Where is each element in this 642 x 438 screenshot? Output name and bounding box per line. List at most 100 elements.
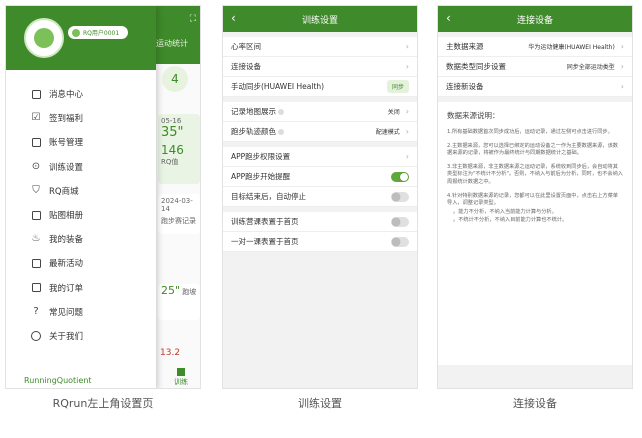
background-app: ⛶ 运动统计 4 05-16 35" 146 RQ值 2024-03-14 跑步… [156, 6, 200, 388]
card-text-3: 跑坡 [182, 288, 197, 296]
drawer-screen: ⛶ 运动统计 4 05-16 35" 146 RQ值 2024-03-14 跑步… [5, 5, 201, 389]
top-bar: ‹ 连接设备 [438, 6, 632, 32]
explain-paragraph: 。能力不分析，不纳入当前能力计算与分析。 [453, 208, 557, 215]
gear-equipment-icon: ♨ [31, 233, 41, 245]
menu-item-account[interactable]: 账号管理 [6, 130, 156, 154]
back-chevron-icon[interactable]: ‹ [231, 11, 236, 25]
chevron-right-icon: › [620, 42, 624, 51]
menu-item-checkin[interactable]: ☑ 签到福利 [6, 106, 156, 130]
chevron-right-icon: › [620, 62, 624, 71]
background-tab[interactable]: 运动统计 [156, 38, 188, 49]
row-label: 连接设备 [231, 62, 261, 71]
username-pill[interactable]: RQ用户0001 [68, 26, 128, 39]
row-label: 一对一课表置于首页 [231, 237, 299, 246]
row-label: 记录地图展示 [231, 107, 276, 116]
settings-icon: ⊙ [31, 160, 41, 172]
row-map-display[interactable]: 记录地图展示 关闭 › [223, 102, 417, 122]
row-app-permission[interactable]: APP跑步权限设置 › [223, 147, 417, 167]
menu-item-training-settings[interactable]: ⊙ 训练设置 [6, 155, 156, 179]
menu-item-orders[interactable]: 我的订单 [6, 276, 156, 300]
row-camp-schedule: 训练营课表置于首页 [223, 212, 417, 232]
top-bar: ‹ 训练设置 [223, 6, 417, 32]
background-card-2[interactable]: 2024-03-14 跑步赛记录 [158, 194, 200, 234]
menu-label: 我的订单 [49, 283, 84, 294]
menu-item-faq[interactable]: ? 常见问题 [6, 300, 156, 324]
scan-icon[interactable]: ⛶ [190, 14, 196, 24]
chevron-right-icon: › [405, 62, 409, 71]
data-source-explanation: 数据来源说明： 1.所有基础数据首次同步成功后，运动记录，通过左侧可点击进行同步… [438, 102, 632, 365]
menu-label: 关于我们 [49, 331, 84, 342]
menu-item-equipment[interactable]: ♨ 我的装备 [6, 227, 156, 251]
card-value-4: 13.2 [160, 348, 181, 358]
row-sync-type[interactable]: 数据类型同步设置 同步全部运动类型 › [438, 57, 632, 77]
explain-paragraph: 3.非主数据来源，非主数据来源之运动记录，系统收到同步后，会自动将其类型标注为"… [447, 163, 623, 185]
row-label: APP跑步权限设置 [231, 152, 291, 161]
background-card-3[interactable]: 25" 跑坡 [158, 284, 200, 320]
row-label: 手动同步(HUAWEI Health) [231, 82, 325, 91]
row-start-reminder: APP跑步开始提醒 [223, 167, 417, 187]
card-date: 05-16 [161, 117, 182, 125]
caption-drawer: RQrun左上角设置页 [52, 397, 154, 410]
nav-train-label: 训练 [174, 378, 188, 386]
explain-paragraph: 。不统计不分析，不纳入目前能力计算也不统计。 [453, 217, 568, 224]
chevron-right-icon: › [620, 82, 624, 91]
row-one-on-one-schedule: 一对一课表置于首页 [223, 232, 417, 252]
menu-label: 贴图相册 [49, 211, 84, 222]
level-badge: 4 [162, 66, 188, 92]
auto-stop-toggle[interactable] [391, 191, 409, 202]
avatar[interactable] [24, 18, 64, 58]
menu-item-album[interactable]: 贴图相册 [6, 203, 156, 227]
drawer-header: RQ用户0001 [6, 6, 156, 70]
row-manual-sync: 手动同步(HUAWEI Health) 同步 [223, 77, 417, 97]
row-connect-device[interactable]: 连接设备 › [223, 57, 417, 77]
one-on-one-toggle[interactable] [391, 236, 409, 247]
menu-label: 账号管理 [49, 138, 84, 149]
card-text-2: 跑步赛记录 [161, 217, 196, 225]
row-label: 主数据来源 [446, 42, 484, 51]
drawer-menu: 消息中心 ☑ 签到福利 账号管理 ⊙ 训练设置 ⛉ RQ商城 贴图相册 ♨ 我的装备 最… [6, 70, 156, 348]
row-label: 训练营课表置于首页 [231, 217, 299, 226]
row-label: 心率区间 [231, 42, 261, 51]
caption-training-settings: 训练设置 [298, 397, 342, 410]
menu-item-messages[interactable]: 消息中心 [6, 82, 156, 106]
background-card[interactable]: 05-16 35" 146 RQ值 [158, 114, 200, 184]
chevron-right-icon: › [405, 127, 409, 136]
menu-label: 签到福利 [49, 114, 84, 125]
row-value: 华为运动健康(HUAWEI Health) [528, 44, 615, 51]
row-new-device[interactable]: 连接新设备 › [438, 77, 632, 97]
camp-schedule-toggle[interactable] [391, 216, 409, 227]
row-value: 配速模式 [375, 129, 400, 136]
faq-icon: ? [33, 305, 39, 317]
page-title: 训练设置 [301, 15, 338, 26]
sync-button[interactable]: 同步 [386, 80, 409, 93]
page-title: 连接设备 [516, 15, 553, 26]
card-value-3: 25" [161, 284, 181, 297]
gift-icon [30, 257, 42, 269]
help-icon[interactable] [278, 108, 284, 115]
background-header: ⛶ 运动统计 [156, 6, 200, 64]
row-heart-rate-zone[interactable]: 心率区间 › [223, 37, 417, 57]
help-icon[interactable] [278, 128, 284, 135]
training-settings-screen: ‹ 训练设置 心率区间 › 连接设备 › 手动同步(HUAWEI Health) 同步… [222, 5, 418, 389]
menu-label: RQ商城 [49, 186, 79, 197]
connect-device-screen: ‹ 连接设备 主数据来源 华为运动健康(HUAWEI Health) › 数据类型同… [437, 5, 633, 389]
menu-item-events[interactable]: 最新活动 [6, 251, 156, 275]
card-unit: RQ值 [161, 158, 179, 166]
explain-paragraph: 1.所有基础数据首次同步成功后，运动记录，通过左侧可点击进行同步。 [447, 129, 613, 135]
row-label: 数据类型同步设置 [446, 62, 506, 71]
explain-title: 数据来源说明： [447, 111, 500, 120]
row-label: 目标结束后，自动停止 [231, 192, 306, 201]
row-main-source[interactable]: 主数据来源 华为运动健康(HUAWEI Health) › [438, 37, 632, 57]
train-icon [177, 368, 185, 376]
explain-paragraph: 2.主数据来源，您可以选择已绑定的运动设备之一作为主要数据来源，该数据来源的记录… [447, 142, 618, 157]
row-track-color[interactable]: 跑步轨迹颜色 配速模式 › [223, 122, 417, 142]
menu-item-about[interactable]: 关于我们 [6, 324, 156, 348]
start-reminder-toggle[interactable] [391, 171, 409, 182]
chevron-right-icon: › [405, 42, 409, 51]
back-chevron-icon[interactable]: ‹ [446, 11, 451, 25]
nav-train[interactable]: 训练 [174, 368, 188, 387]
row-label: 连接新设备 [446, 82, 484, 91]
album-icon [30, 209, 42, 221]
account-icon [30, 136, 42, 148]
menu-item-shop[interactable]: ⛉ RQ商城 [6, 179, 156, 203]
